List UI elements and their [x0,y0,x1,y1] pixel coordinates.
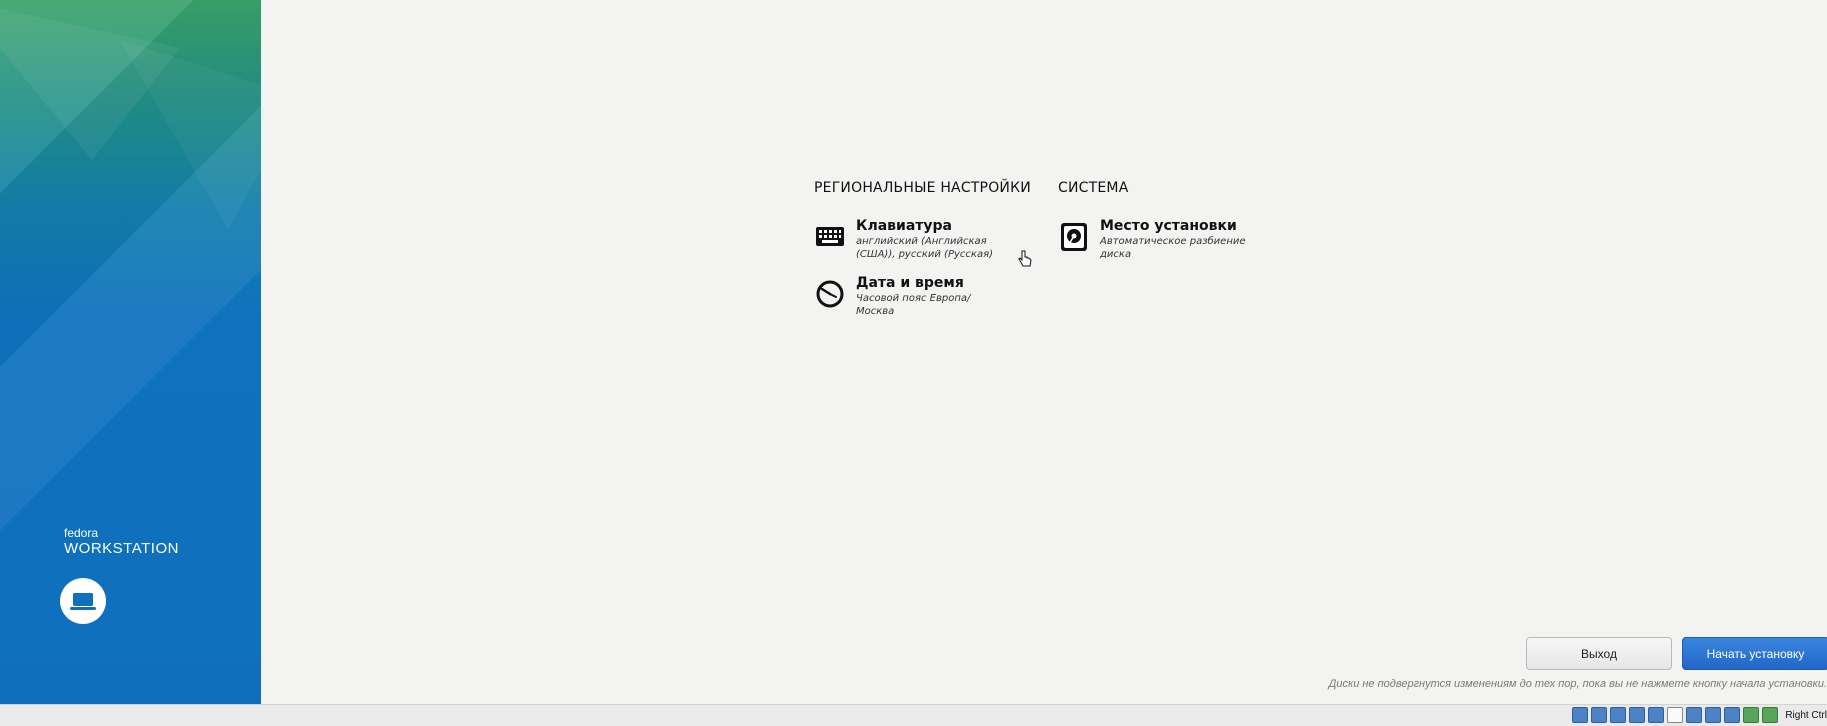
host-key-label: Right Ctrl [1785,709,1827,721]
system-section: СИСТЕМА Место установки Автоматическое р… [1058,180,1268,275]
mouse-integration-icon[interactable] [1762,707,1779,723]
clock-icon [814,277,846,309]
date-time-title: Дата и время [856,275,964,291]
status-tray: Right Ctrl [1572,707,1827,723]
video-capture-icon[interactable] [1705,707,1722,723]
guest-additions-icon[interactable] [1743,707,1760,723]
brand-sidebar: fedora WORKSTATION [0,0,261,704]
display-icon[interactable] [1686,707,1703,723]
audio-icon[interactable] [1610,707,1627,723]
laptop-icon [60,578,106,624]
sidebar-facet [120,40,261,230]
optical-drive-icon[interactable] [1591,707,1608,723]
cpu-icon[interactable] [1724,707,1741,723]
system-heading: СИСТЕМА [1058,180,1129,196]
network-icon[interactable] [1629,707,1646,723]
keyboard-icon [814,220,846,252]
date-time-status: Часовой пояс Европа/Москва [856,293,971,317]
fedora-logo: fedora WORKSTATION [64,526,179,558]
keyboard-status: английский (Английская (США)), русский (… [856,236,993,260]
begin-installation-button[interactable]: Начать установку [1682,637,1827,670]
vm-status-bar: Right Ctrl [0,704,1827,726]
installation-destination-status: Автоматическое разбиение диска [1100,236,1246,260]
brand-workstation-text: WORKSTATION [64,540,179,557]
disk-icon [1058,220,1090,252]
date-time-spoke[interactable]: Дата и время Часовой пояс Европа/Москва [814,275,1054,318]
installation-destination-spoke[interactable]: Место установки Автоматическое разбиение… [1058,218,1268,261]
quit-button[interactable]: Выход [1526,637,1672,670]
hand-cursor-icon [1018,250,1032,268]
hard-disk-icon[interactable] [1572,707,1589,723]
regional-settings-heading: РЕГИОНАЛЬНЫЕ НАСТРОЙКИ [814,180,1031,196]
installation-destination-title: Место установки [1100,218,1237,234]
shared-folders-icon[interactable] [1667,707,1684,723]
brand-fedora-text: fedora [64,526,99,540]
keyboard-title: Клавиатура [856,218,952,234]
disk-warning-note: Диски не подвергнутся изменениям до тех … [1328,678,1827,690]
usb-icon[interactable] [1648,707,1665,723]
